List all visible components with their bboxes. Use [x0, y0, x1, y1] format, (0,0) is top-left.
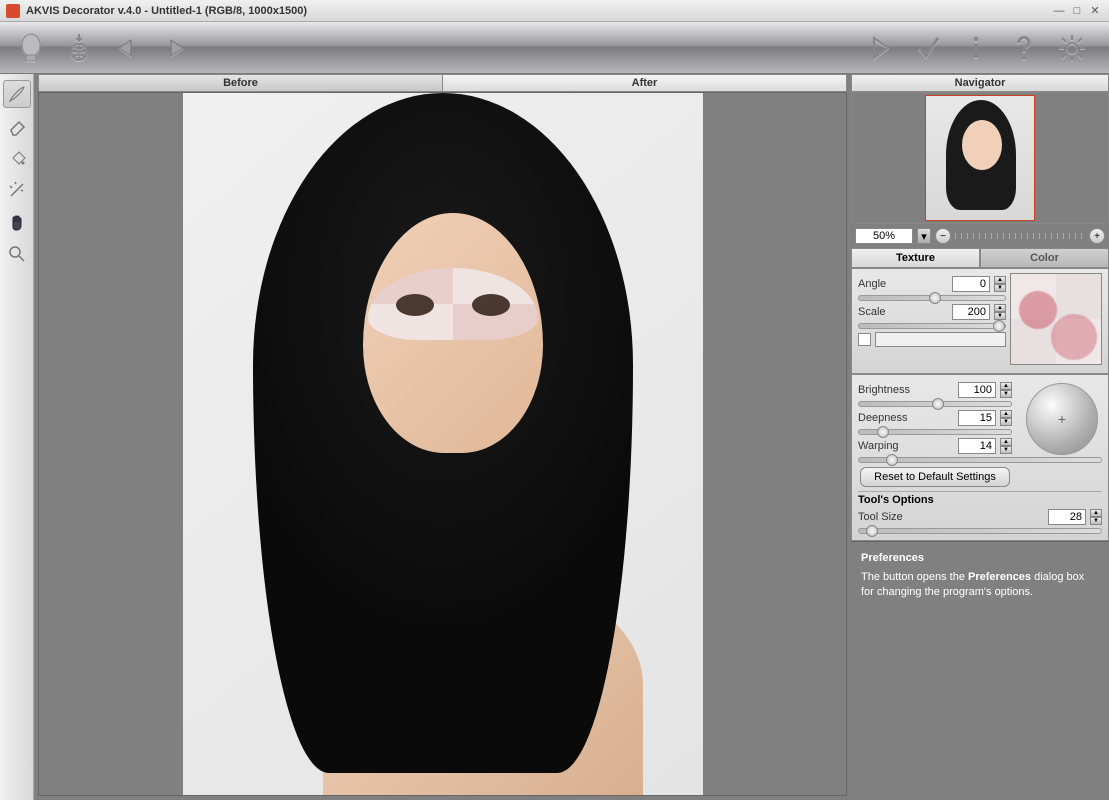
- help-button[interactable]: [1003, 27, 1045, 69]
- angle-slider[interactable]: [858, 295, 1006, 301]
- brightness-up[interactable]: ▲: [1000, 382, 1012, 390]
- toolsize-down[interactable]: ▼: [1090, 517, 1102, 525]
- navigator-title: Navigator: [851, 74, 1109, 92]
- deepness-up[interactable]: ▲: [1000, 410, 1012, 418]
- canvas[interactable]: [38, 92, 847, 796]
- web-icon[interactable]: [58, 27, 100, 69]
- brightness-label: Brightness: [858, 384, 954, 396]
- zoom-tool[interactable]: [3, 240, 31, 268]
- tab-texture[interactable]: Texture: [851, 248, 980, 268]
- back-button[interactable]: [106, 27, 148, 69]
- decorator-icon[interactable]: [10, 27, 52, 69]
- angle-up[interactable]: ▲: [994, 276, 1006, 284]
- eraser-tool[interactable]: [3, 112, 31, 140]
- preferences-button[interactable]: [1051, 27, 1093, 69]
- window-title: AKVIS Decorator v.4.0 - Untitled-1 (RGB/…: [26, 5, 1049, 17]
- deepness-input[interactable]: 15: [958, 410, 996, 426]
- scale-up[interactable]: ▲: [994, 304, 1006, 312]
- deepness-label: Deepness: [858, 412, 954, 424]
- help-title: Preferences: [861, 552, 1099, 564]
- color-checkbox[interactable]: [858, 333, 871, 346]
- scale-down[interactable]: ▼: [994, 312, 1006, 320]
- deepness-slider[interactable]: [858, 429, 1012, 435]
- scale-slider[interactable]: [858, 323, 1006, 329]
- texture-preview[interactable]: [1010, 273, 1102, 365]
- angle-down[interactable]: ▼: [994, 284, 1006, 292]
- info-button[interactable]: [955, 27, 997, 69]
- zoom-value[interactable]: 50%: [855, 228, 913, 244]
- zoom-out-button[interactable]: −: [935, 228, 951, 244]
- brush-tool[interactable]: [3, 80, 31, 108]
- texture-panel: Angle0▲▼ Scale200▲▼: [851, 268, 1109, 374]
- run-button[interactable]: [859, 27, 901, 69]
- tab-before[interactable]: Before: [38, 74, 442, 92]
- warping-up[interactable]: ▲: [1000, 438, 1012, 446]
- brightness-input[interactable]: 100: [958, 382, 996, 398]
- navigator-preview[interactable]: [851, 92, 1109, 224]
- brightness-down[interactable]: ▼: [1000, 390, 1012, 398]
- deepness-down[interactable]: ▼: [1000, 418, 1012, 426]
- right-panel: Navigator 50% ▾ − + Texture Color Angle 0…: [851, 74, 1109, 800]
- scale-label: Scale: [858, 306, 948, 318]
- tab-after[interactable]: After: [442, 74, 847, 92]
- maximize-button[interactable]: □: [1069, 4, 1085, 18]
- left-toolbar: [0, 74, 34, 800]
- magic-wand-tool[interactable]: [3, 176, 31, 204]
- image-preview: [183, 93, 703, 795]
- warping-input[interactable]: 14: [958, 438, 996, 454]
- zoom-in-button[interactable]: +: [1089, 228, 1105, 244]
- toolsize-input[interactable]: 28: [1048, 509, 1086, 525]
- titlebar: AKVIS Decorator v.4.0 - Untitled-1 (RGB/…: [0, 0, 1109, 22]
- color-swatch[interactable]: [875, 332, 1006, 347]
- toolsize-up[interactable]: ▲: [1090, 509, 1102, 517]
- angle-input[interactable]: 0: [952, 276, 990, 292]
- close-button[interactable]: ✕: [1087, 4, 1103, 18]
- warping-slider[interactable]: [858, 457, 1102, 463]
- tab-color[interactable]: Color: [980, 248, 1109, 268]
- help-text: The button opens the Preferences dialog …: [861, 570, 1099, 601]
- app-icon: [6, 4, 20, 18]
- toolsize-label: Tool Size: [858, 511, 1044, 523]
- apply-button[interactable]: [907, 27, 949, 69]
- adjust-panel: + Brightness100▲▼ Deepness15▲▼ Warping14…: [851, 374, 1109, 541]
- warping-label: Warping: [858, 440, 954, 452]
- tools-options-head: Tool's Options: [858, 491, 1102, 506]
- main-toolbar: [0, 22, 1109, 74]
- canvas-area: Before After: [34, 74, 851, 800]
- scale-input[interactable]: 200: [952, 304, 990, 320]
- hand-tool[interactable]: [3, 208, 31, 236]
- forward-button[interactable]: [154, 27, 196, 69]
- light-sphere[interactable]: +: [1026, 383, 1098, 455]
- reset-button[interactable]: Reset to Default Settings: [860, 467, 1010, 487]
- help-panel: Preferences The button opens the Prefere…: [851, 541, 1109, 800]
- minimize-button[interactable]: —: [1051, 4, 1067, 18]
- zoom-dropdown[interactable]: ▾: [917, 228, 931, 244]
- bucket-tool[interactable]: [3, 144, 31, 172]
- zoom-slider[interactable]: [955, 233, 1085, 239]
- angle-label: Angle: [858, 278, 948, 290]
- toolsize-slider[interactable]: [858, 528, 1102, 534]
- warping-down[interactable]: ▼: [1000, 446, 1012, 454]
- brightness-slider[interactable]: [858, 401, 1012, 407]
